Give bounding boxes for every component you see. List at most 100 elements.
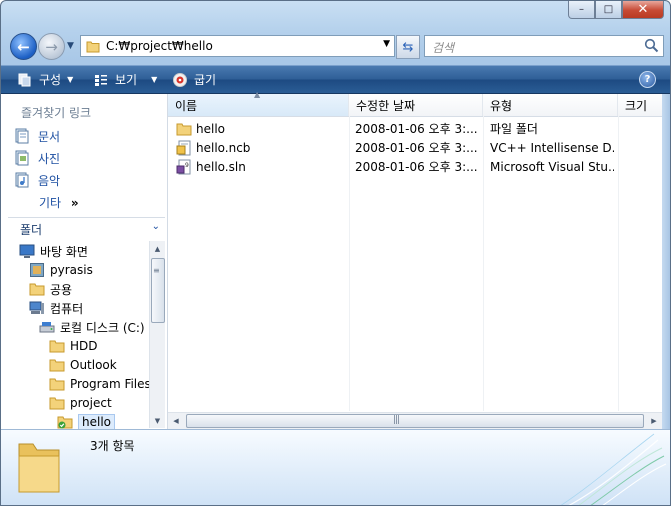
tree-item-label: 공용 [50, 282, 73, 297]
scroll-thumb[interactable] [186, 414, 644, 428]
address-bar[interactable]: C:₩project₩hello ▼ [80, 35, 395, 57]
folder-tree: 바탕 화면 pyrasis 공용 컴퓨터 로컬 디스크 (C:) HDD Out… [1, 241, 149, 429]
list-horizontal-scrollbar[interactable]: ◀ ||| ▶ [168, 412, 662, 429]
maximize-button[interactable]: □ [595, 1, 622, 19]
views-icon [95, 74, 107, 86]
caption-buttons: – □ ✕ [568, 1, 664, 19]
scroll-up-icon[interactable]: ▲ [150, 241, 165, 256]
command-bar: 구성 ▼ 보기 ▼ 굽기 ? [1, 65, 670, 94]
tree-item-label: pyrasis [50, 263, 93, 277]
ncb-file-icon [176, 140, 191, 155]
tree-item-pyrasis[interactable]: pyrasis [29, 261, 93, 279]
file-row[interactable]: hello.ncb 2008-01-06 오후 3:... VC++ Intel… [168, 138, 662, 157]
search-input[interactable]: 검색 [424, 35, 664, 57]
burn-button[interactable]: 굽기 [172, 66, 216, 93]
folders-title: 폴더 [20, 222, 43, 237]
favorite-music[interactable]: 음악 [14, 171, 60, 189]
file-list: 이름 ▲ 수정한 날짜 유형 크기 hello 2008-01-06 오후 3:… [168, 90, 662, 429]
organize-menu[interactable]: 구성 ▼ [17, 66, 73, 93]
navigation-pane: 즐겨찾기 링크 문서 사진 음악 기타 » 폴더 ⌄ 바탕 화면 pyrasis… [1, 94, 168, 429]
tree-item-label: 바탕 화면 [40, 244, 88, 259]
recent-pages-dropdown[interactable]: ▼ [67, 41, 74, 51]
tree-vertical-scrollbar[interactable]: ▲ ≡ ▼ [149, 241, 165, 428]
computer-icon [29, 301, 44, 314]
user-folder-icon [30, 263, 44, 277]
tree-item-hdd[interactable]: HDD [49, 337, 98, 355]
minimize-button[interactable]: – [568, 1, 595, 19]
scroll-right-icon[interactable]: ▶ [646, 413, 662, 429]
refresh-button[interactable]: ⇆ [396, 35, 420, 59]
more-links[interactable]: 기타 » [39, 194, 79, 211]
sln-file-icon: 9 [176, 159, 191, 174]
file-type: Microsoft Visual Stu... [490, 159, 614, 174]
tree-item-public[interactable]: 공용 [29, 280, 72, 298]
refresh-icon: ⇆ [402, 39, 414, 55]
chevron-down-icon: ⌄ [151, 221, 160, 232]
help-button[interactable]: ? [639, 71, 656, 88]
column-size[interactable]: 크기 [618, 94, 662, 116]
back-button[interactable]: ← [10, 33, 37, 60]
file-type: 파일 폴더 [490, 122, 538, 136]
window-frame-edge [662, 94, 670, 429]
tree-item-label: Outlook [70, 358, 117, 372]
folder-icon [18, 443, 60, 493]
favorite-label: 사진 [38, 151, 61, 166]
tree-item-local-disk[interactable]: 로컬 디스크 (C:) [39, 318, 145, 336]
scroll-down-icon[interactable]: ▼ [150, 413, 165, 428]
grip-icon: ||| [393, 415, 400, 425]
details-pane: 3개 항목 [1, 429, 670, 505]
svg-text:9: 9 [185, 162, 189, 169]
close-button[interactable]: ✕ [622, 1, 664, 19]
tree-item-label: HDD [70, 339, 98, 353]
search-icon[interactable] [644, 38, 659, 53]
tree-item-label: project [70, 396, 112, 410]
favorite-label: 음악 [38, 173, 61, 188]
folder-check-icon [57, 416, 73, 429]
tree-item-desktop[interactable]: 바탕 화면 [19, 242, 88, 260]
file-date: 2008-01-06 오후 3:... [355, 122, 478, 136]
music-icon [15, 172, 29, 188]
favorite-documents[interactable]: 문서 [14, 127, 60, 145]
views-menu[interactable]: 보기 ▼ [93, 66, 157, 93]
column-date-modified[interactable]: 수정한 날짜 [349, 94, 483, 116]
item-count: 3개 항목 [90, 439, 135, 453]
folder-icon [49, 340, 65, 353]
double-chevron-icon: » [70, 196, 79, 210]
folder-icon [49, 397, 65, 410]
tree-item-hello[interactable]: hello [57, 413, 115, 429]
views-label: 보기 [115, 73, 138, 87]
column-type[interactable]: 유형 [483, 94, 618, 116]
chevron-down-icon: ▼ [67, 41, 74, 51]
more-label: 기타 [39, 196, 62, 210]
folder-icon [49, 378, 65, 391]
file-type: VC++ Intellisense D... [490, 140, 614, 155]
tree-item-outlook[interactable]: Outlook [49, 356, 117, 374]
help-icon: ? [644, 74, 651, 85]
organize-icon [18, 73, 31, 86]
column-header-row: 이름 ▲ 수정한 날짜 유형 크기 [168, 90, 662, 117]
address-path[interactable]: C:₩project₩hello [106, 39, 213, 53]
column-label: 이름 [175, 98, 198, 113]
favorite-pictures[interactable]: 사진 [14, 149, 60, 167]
desktop-icon [19, 244, 35, 258]
column-name[interactable]: 이름 ▲ [168, 90, 349, 116]
file-row[interactable]: 9 hello.sln 2008-01-06 오후 3:... Microsof… [168, 157, 662, 176]
column-label: 크기 [625, 98, 648, 113]
tree-item-project[interactable]: project [49, 394, 112, 412]
file-date: 2008-01-06 오후 3:... [355, 160, 478, 174]
folder-icon [29, 283, 45, 296]
folder-icon [176, 123, 192, 135]
tree-item-computer[interactable]: 컴퓨터 [29, 299, 83, 317]
folders-header[interactable]: 폴더 ⌄ [8, 217, 165, 240]
file-name: hello [196, 121, 225, 136]
scroll-left-icon[interactable]: ◀ [168, 413, 184, 429]
forward-button[interactable]: → [38, 33, 65, 60]
tree-item-label: 로컬 디스크 (C:) [60, 320, 145, 335]
grip-icon: ≡ [153, 266, 160, 275]
favorite-links-title: 즐겨찾기 링크 [21, 106, 92, 120]
tree-item-program-files[interactable]: Program Files [49, 375, 149, 393]
file-row[interactable]: hello 2008-01-06 오후 3:... 파일 폴더 [168, 119, 662, 138]
address-dropdown-icon[interactable]: ▼ [383, 39, 390, 49]
burn-disc-icon [173, 72, 187, 87]
file-name: hello.sln [196, 159, 246, 174]
